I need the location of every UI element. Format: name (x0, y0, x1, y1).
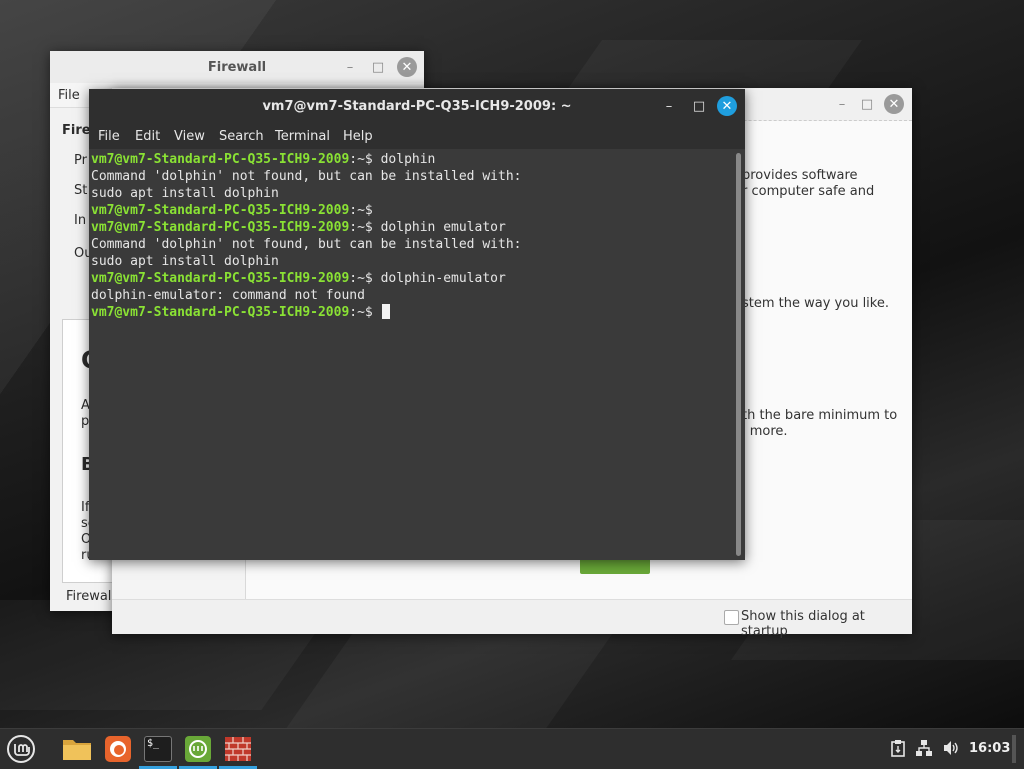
welcome-text: th the bare minimum to (742, 408, 898, 423)
welcome-minimize-button[interactable]: – (830, 88, 854, 120)
terminal-menu-help[interactable]: Help (343, 129, 373, 144)
terminal-output-text: dolphin-emulator: command not found (91, 288, 365, 303)
terminal-line: vm7@vm7-Standard-PC-Q35-ICH9-2009:~$ dol… (91, 219, 521, 236)
terminal-line: dolphin-emulator: command not found (91, 287, 521, 304)
terminal-scrollbar-thumb[interactable] (736, 153, 741, 556)
volume-icon[interactable] (942, 739, 960, 761)
clock[interactable]: 16:03 (969, 741, 1010, 756)
terminal-command: dolphin-emulator (380, 271, 506, 286)
startup-checkbox[interactable] (724, 610, 739, 625)
taskbar: $_ 16:03 (0, 728, 1024, 769)
firewall-row-status[interactable]: St (74, 183, 87, 198)
terminal-cursor (381, 304, 390, 319)
terminal-window[interactable]: vm7@vm7-Standard-PC-Q35-ICH9-2009: ~ – □… (89, 89, 745, 560)
terminal-line: Command 'dolphin' not found, but can be … (91, 168, 521, 185)
terminal-scrollbar[interactable] (733, 149, 745, 560)
terminal-taskbar-icon[interactable]: $_ (142, 733, 174, 765)
firewall-titlebar[interactable]: Firewall – □ ✕ (50, 51, 424, 83)
terminal-prompt: vm7@vm7-Standard-PC-Q35-ICH9-2009 (91, 152, 350, 167)
terminal-prompt-suffix: :~$ (349, 220, 381, 235)
terminal-prompt: vm7@vm7-Standard-PC-Q35-ICH9-2009 (91, 220, 350, 235)
terminal-output-text: sudo apt install dolphin (91, 254, 279, 269)
firewall-menu-file[interactable]: File (58, 88, 80, 103)
welcome-bottom-bar: Show this dialog at startup (112, 599, 912, 639)
welcome-close-button[interactable]: ✕ (884, 94, 904, 114)
terminal-line: vm7@vm7-Standard-PC-Q35-ICH9-2009:~$ dol… (91, 270, 521, 287)
terminal-command: dolphin (380, 152, 436, 167)
terminal-menu-edit[interactable]: Edit (135, 129, 160, 144)
terminal-minimize-button[interactable]: – (657, 89, 681, 123)
terminal-line: vm7@vm7-Standard-PC-Q35-ICH9-2009:~$ (91, 202, 521, 219)
terminal-prompt-suffix: :~$ (349, 305, 381, 320)
firewall-row-profile[interactable]: Pr (74, 153, 87, 168)
terminal-menu-view[interactable]: View (174, 129, 205, 144)
firewall-maximize-button[interactable]: □ (366, 51, 390, 83)
terminal-line: Command 'dolphin' not found, but can be … (91, 236, 521, 253)
firewall-title: Firewall (207, 59, 267, 75)
startup-checkbox-label[interactable]: Show this dialog at startup (741, 609, 912, 639)
terminal-line: sudo apt install dolphin (91, 185, 521, 202)
terminal-icon: $_ (144, 736, 172, 762)
terminal-prompt-suffix: :~$ (349, 203, 381, 218)
terminal-prompt: vm7@vm7-Standard-PC-Q35-ICH9-2009 (91, 203, 350, 218)
terminal-prompt: vm7@vm7-Standard-PC-Q35-ICH9-2009 (91, 305, 350, 320)
terminal-output-text: Command 'dolphin' not found, but can be … (91, 169, 522, 184)
terminal-titlebar[interactable]: vm7@vm7-Standard-PC-Q35-ICH9-2009: ~ – □… (89, 89, 745, 123)
network-icon[interactable] (915, 739, 933, 761)
wallpaper-tile (284, 630, 616, 728)
mint-menu-icon[interactable] (5, 733, 37, 765)
terminal-menu-terminal[interactable]: Terminal (275, 129, 330, 144)
clipboard-icon[interactable] (890, 739, 906, 761)
firefox-icon[interactable] (102, 733, 134, 765)
terminal-maximize-button[interactable]: □ (687, 89, 711, 123)
terminal-output: vm7@vm7-Standard-PC-Q35-ICH9-2009:~$ dol… (91, 151, 521, 321)
terminal-output-text: Command 'dolphin' not found, but can be … (91, 237, 522, 252)
terminal-prompt-suffix: :~$ (349, 271, 381, 286)
terminal-menu-file[interactable]: File (98, 129, 120, 144)
terminal-content[interactable]: vm7@vm7-Standard-PC-Q35-ICH9-2009:~$ dol… (89, 149, 733, 560)
terminal-title: vm7@vm7-Standard-PC-Q35-ICH9-2009: ~ (262, 98, 572, 114)
firewall-footer-label: Firewall (66, 589, 116, 604)
firewall-close-button[interactable]: ✕ (397, 57, 417, 77)
terminal-line: vm7@vm7-Standard-PC-Q35-ICH9-2009:~$ dol… (91, 151, 521, 168)
terminal-prompt-suffix: :~$ (349, 152, 381, 167)
terminal-menu-search[interactable]: Search (219, 129, 264, 144)
terminal-menubar: File Edit View Search Terminal Help (89, 123, 745, 149)
firewall-icon[interactable] (222, 733, 254, 765)
terminal-prompt: vm7@vm7-Standard-PC-Q35-ICH9-2009 (91, 271, 350, 286)
welcome-text: r computer safe and (742, 184, 875, 199)
terminal-command: dolphin emulator (380, 220, 506, 235)
show-desktop-button[interactable] (1012, 735, 1016, 763)
firewall-minimize-button[interactable]: – (338, 51, 362, 83)
terminal-close-button[interactable]: ✕ (717, 96, 737, 116)
folder-icon[interactable] (61, 733, 93, 765)
welcome-text: provides software (742, 168, 858, 183)
firewall-row-incoming[interactable]: In (74, 213, 86, 228)
welcome-text: l more. (742, 424, 788, 439)
terminal-line: vm7@vm7-Standard-PC-Q35-ICH9-2009:~$ (91, 304, 521, 321)
welcome-maximize-button[interactable]: □ (855, 88, 879, 120)
terminal-output-text: sudo apt install dolphin (91, 186, 279, 201)
terminal-line: sudo apt install dolphin (91, 253, 521, 270)
welcome-text: stem the way you like. (742, 296, 889, 311)
mintinstall-icon[interactable] (182, 733, 214, 765)
